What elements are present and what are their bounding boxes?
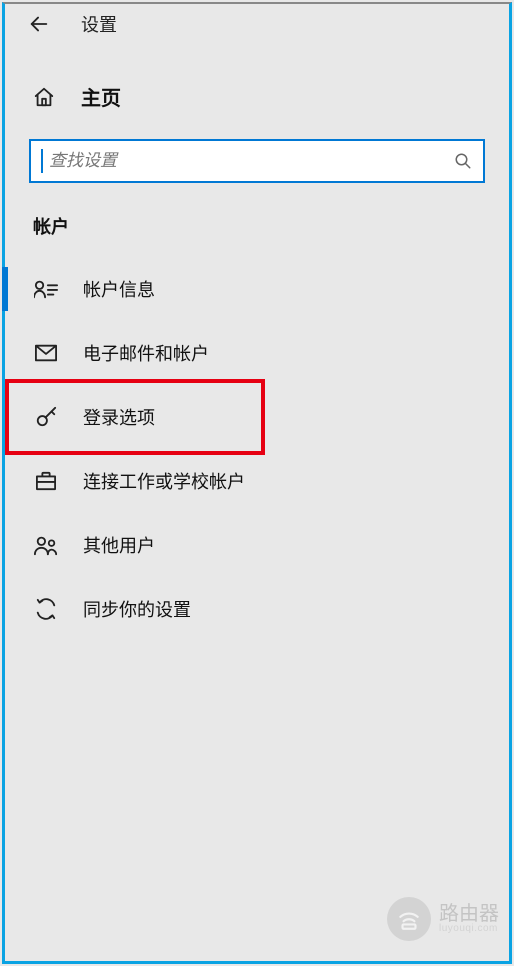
- nav-item-sync[interactable]: 同步你的设置: [5, 577, 509, 641]
- home-label: 主页: [81, 82, 121, 111]
- nav-label: 其他用户: [83, 532, 155, 558]
- nav-item-other-users[interactable]: 其他用户: [5, 513, 509, 577]
- nav-label: 同步你的设置: [83, 596, 191, 622]
- watermark-main: 路由器: [439, 904, 499, 924]
- nav-label: 登录选项: [83, 404, 155, 430]
- search-field[interactable]: [29, 139, 485, 183]
- nav-item-account-info[interactable]: 帐户信息: [5, 257, 509, 321]
- settings-window: 设置 主页 帐户: [2, 2, 512, 964]
- nav-label: 帐户信息: [83, 276, 155, 302]
- watermark-sub: luyouqi.com: [439, 924, 499, 934]
- watermark: 路由器 luyouqi.com: [387, 897, 499, 941]
- nav-label: 电子邮件和帐户: [83, 340, 209, 366]
- arrow-left-icon: [28, 13, 50, 35]
- people-icon: [33, 532, 59, 558]
- home-link[interactable]: 主页: [29, 82, 485, 111]
- nav-list: 帐户信息 电子邮件和帐户: [5, 257, 509, 641]
- nav-label: 连接工作或学校帐户: [83, 468, 245, 494]
- key-icon: [33, 404, 59, 430]
- window-title: 设置: [81, 11, 117, 37]
- text-caret: [41, 149, 43, 173]
- home-icon: [33, 86, 61, 108]
- user-badge-icon: [33, 276, 59, 302]
- search-icon[interactable]: [443, 141, 483, 181]
- titlebar: 设置: [5, 4, 509, 44]
- nav-item-work-school[interactable]: 连接工作或学校帐户: [5, 449, 509, 513]
- mail-icon: [33, 340, 59, 366]
- sync-icon: [33, 596, 59, 622]
- section-title: 帐户: [29, 213, 485, 239]
- nav-item-email[interactable]: 电子邮件和帐户: [5, 321, 509, 385]
- briefcase-icon: [33, 468, 59, 494]
- search-input[interactable]: [31, 141, 443, 181]
- content-pane: 主页 帐户: [5, 44, 509, 641]
- nav-item-signin[interactable]: 登录选项: [5, 385, 509, 449]
- back-button[interactable]: [19, 4, 59, 44]
- router-icon: [387, 897, 431, 941]
